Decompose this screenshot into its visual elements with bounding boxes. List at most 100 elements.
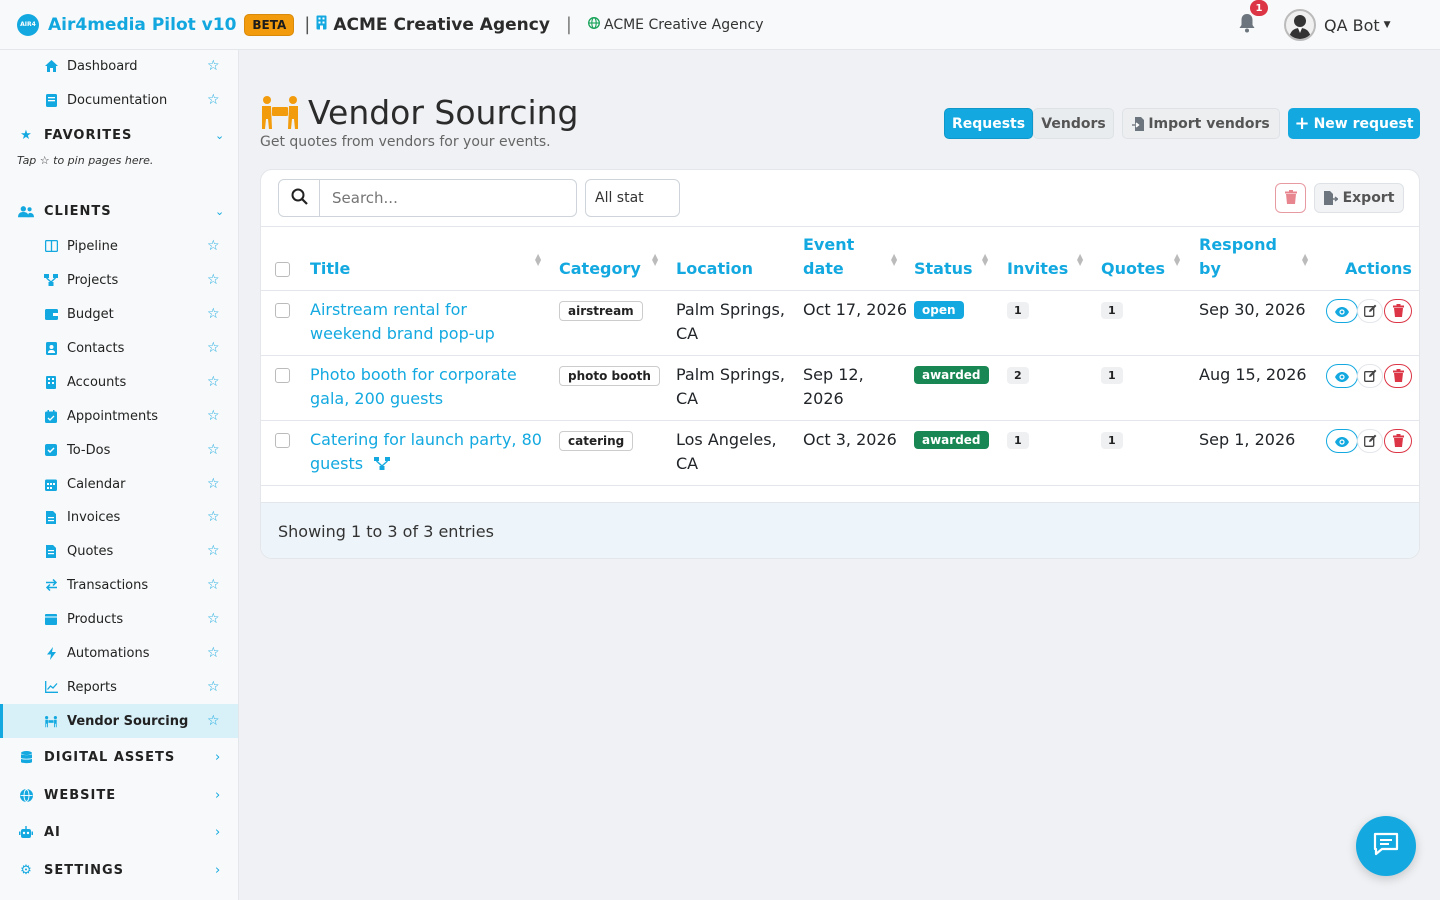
bulk-delete-button[interactable] <box>1275 183 1306 213</box>
column-header-category[interactable]: Category <box>559 257 641 281</box>
request-title-link[interactable]: Catering for launch party, 80 guests <box>310 428 550 477</box>
new-request-button[interactable]: + New request <box>1288 108 1420 139</box>
star-icon[interactable]: ☆ <box>207 272 220 288</box>
row-checkbox[interactable] <box>275 368 290 383</box>
brand[interactable]: AIR4 Air4media Pilot v10 BETA <box>17 13 295 36</box>
sidebar-item-calendar[interactable]: Calendar ☆ <box>0 467 238 501</box>
sidebar-item-automations[interactable]: Automations ☆ <box>0 636 238 670</box>
sort-icon[interactable]: ▲ ▼ <box>982 253 988 267</box>
sidebar-item-todos[interactable]: To-Dos ☆ <box>0 433 238 467</box>
star-icon[interactable]: ☆ <box>207 408 220 424</box>
sidebar-item-appointments[interactable]: Appointments ☆ <box>0 399 238 433</box>
sidebar-item-vendor-sourcing[interactable]: Vendor Sourcing ☆ <box>0 704 238 738</box>
tab-vendors[interactable]: Vendors <box>1033 108 1114 139</box>
sidebar-item-accounts[interactable]: Accounts ☆ <box>0 365 238 399</box>
sidebar-item-quotes[interactable]: Quotes ☆ <box>0 534 238 568</box>
star-icon[interactable]: ☆ <box>207 238 220 254</box>
sidebar-item-documentation[interactable]: Documentation ☆ <box>0 83 238 117</box>
star-icon[interactable]: ☆ <box>207 577 220 593</box>
request-title-link[interactable]: Photo booth for corporate gala, 200 gues… <box>310 363 540 411</box>
edit-button[interactable] <box>1357 429 1383 453</box>
star-icon[interactable]: ☆ <box>207 713 220 729</box>
column-header-respond-by[interactable]: Respond by <box>1199 233 1299 281</box>
sort-icon[interactable]: ▲ ▼ <box>1077 253 1083 267</box>
new-request-label: New request <box>1313 115 1414 132</box>
column-header-actions: Actions <box>1345 259 1412 278</box>
star-icon[interactable]: ☆ <box>207 543 220 559</box>
sidebar-item-invoices[interactable]: Invoices ☆ <box>0 500 238 534</box>
section-ai[interactable]: AI › <box>0 815 238 849</box>
column-header-invites[interactable]: Invites <box>1007 257 1068 281</box>
column-header-event-date[interactable]: Event date <box>803 233 883 281</box>
request-title-link[interactable]: Airstream rental for weekend brand pop-u… <box>310 298 540 346</box>
user-menu[interactable]: QA Bot ▼ <box>1284 9 1391 41</box>
sidebar-item-transactions[interactable]: Transactions ☆ <box>0 568 238 602</box>
sidebar-item-dashboard[interactable]: Dashboard ☆ <box>0 49 238 83</box>
sidebar-item-projects[interactable]: Projects ☆ <box>0 263 238 297</box>
sort-icon[interactable]: ▲ ▼ <box>891 253 897 267</box>
import-vendors-button[interactable]: Import vendors <box>1122 108 1280 139</box>
search-icon <box>291 188 308 209</box>
table-row[interactable]: Photo booth for corporate gala, 200 gues… <box>261 356 1419 421</box>
row-checkbox[interactable] <box>275 303 290 318</box>
search-button[interactable] <box>278 179 320 217</box>
table-row[interactable]: Catering for launch party, 80 guests cat… <box>261 421 1419 486</box>
sidebar-item-reports[interactable]: Reports ☆ <box>0 670 238 704</box>
sidebar-item-products[interactable]: Products ☆ <box>0 602 238 636</box>
edit-button[interactable] <box>1357 364 1383 388</box>
delete-button[interactable] <box>1384 429 1412 453</box>
chat-button[interactable] <box>1356 816 1416 876</box>
sidebar-item-contacts[interactable]: Contacts ☆ <box>0 331 238 365</box>
select-all-checkbox[interactable] <box>275 262 290 277</box>
view-button[interactable] <box>1326 429 1358 453</box>
star-icon[interactable]: ☆ <box>207 442 220 458</box>
star-icon[interactable]: ☆ <box>207 476 220 492</box>
section-website[interactable]: WEBSITE › <box>0 778 238 812</box>
status-badge: awarded <box>914 431 989 449</box>
tab-requests[interactable]: Requests <box>944 108 1033 139</box>
sort-icon[interactable]: ▲ ▼ <box>535 253 541 267</box>
gear-icon: ⚙ <box>20 862 32 878</box>
view-button[interactable] <box>1326 299 1358 323</box>
section-favorites[interactable]: ★ FAVORITES ⌄ <box>0 118 238 152</box>
website-link[interactable]: ACME Creative Agency <box>604 17 764 33</box>
org-name[interactable]: ACME Creative Agency <box>333 15 550 35</box>
sidebar-item-budget[interactable]: Budget ☆ <box>0 297 238 331</box>
sort-icon[interactable]: ▲ ▼ <box>652 253 658 267</box>
star-icon[interactable]: ☆ <box>207 58 220 74</box>
category-chip: airstream <box>559 301 643 321</box>
row-checkbox[interactable] <box>275 433 290 448</box>
star-icon[interactable]: ☆ <box>207 92 220 108</box>
star-icon[interactable]: ☆ <box>207 340 220 356</box>
star-icon[interactable]: ☆ <box>207 611 220 627</box>
edit-button[interactable] <box>1357 299 1383 323</box>
sidebar-item-pipeline[interactable]: Pipeline ☆ <box>0 229 238 263</box>
delete-button[interactable] <box>1384 299 1412 323</box>
status-filter-select[interactable]: All stat <box>585 179 680 217</box>
column-header-title[interactable]: Title <box>310 257 350 281</box>
delete-button[interactable] <box>1384 364 1412 388</box>
request-title-text: Catering for launch party, 80 guests <box>310 430 542 473</box>
section-digital-assets[interactable]: DIGITAL ASSETS › <box>0 740 238 774</box>
line-chart-icon <box>44 680 58 694</box>
column-header-quotes[interactable]: Quotes <box>1101 257 1165 281</box>
column-header-location[interactable]: Location <box>676 257 753 281</box>
star-icon[interactable]: ☆ <box>207 509 220 525</box>
sort-icon[interactable]: ▲ ▼ <box>1302 253 1308 267</box>
chevron-right-icon: › <box>215 824 221 840</box>
app-name[interactable]: Air4media Pilot v10 <box>48 15 236 35</box>
star-icon[interactable]: ☆ <box>207 679 220 695</box>
search-input[interactable] <box>319 179 577 217</box>
star-icon[interactable]: ☆ <box>207 374 220 390</box>
people-carry-icon <box>260 95 300 131</box>
bell-icon[interactable] <box>1238 13 1258 35</box>
sort-icon[interactable]: ▲ ▼ <box>1174 253 1180 267</box>
table-row[interactable]: Airstream rental for weekend brand pop-u… <box>261 291 1419 356</box>
column-header-status[interactable]: Status <box>914 257 973 281</box>
star-icon[interactable]: ☆ <box>207 645 220 661</box>
star-icon[interactable]: ☆ <box>207 306 220 322</box>
export-button[interactable]: Export <box>1314 183 1404 213</box>
view-button[interactable] <box>1326 364 1358 388</box>
section-settings[interactable]: ⚙ SETTINGS › <box>0 853 238 887</box>
section-clients[interactable]: CLIENTS ⌄ <box>0 194 238 228</box>
